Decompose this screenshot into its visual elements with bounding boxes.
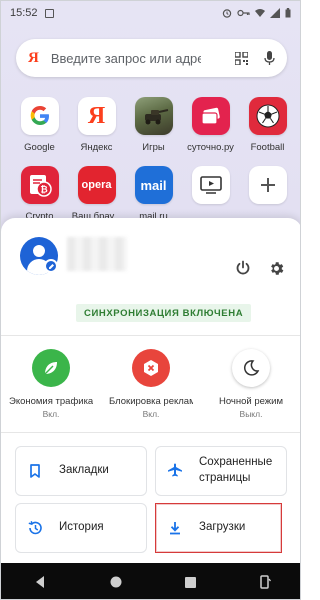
rotate-icon[interactable] xyxy=(259,575,271,589)
speed-dial-label: Яндекс xyxy=(80,142,113,153)
yandex-logo: Я xyxy=(28,49,39,66)
feature-title: Ночной режим xyxy=(218,396,283,407)
saved-pages-label-line2: страницы xyxy=(199,472,251,484)
recents-icon[interactable] xyxy=(184,576,196,588)
speed-dial-label: Google xyxy=(24,142,55,153)
settings-gear-icon[interactable] xyxy=(268,260,285,277)
saved-pages-button[interactable]: Сохраненные страницы xyxy=(155,446,287,496)
speed-dial-games[interactable]: Игры xyxy=(125,97,182,153)
speed-dial-label: Игры xyxy=(142,142,165,153)
sync-status-badge: СИНХРОНИЗАЦИЯ ВКЛЮЧЕНА xyxy=(76,304,252,322)
opera-icon: opera xyxy=(77,166,116,204)
divider xyxy=(1,432,300,433)
opera-logo-text: opera xyxy=(81,179,112,191)
saved-pages-label: Сохраненные страницы xyxy=(199,455,272,486)
back-icon[interactable] xyxy=(33,575,47,589)
browser-menu-sheet: СИНХРОНИЗАЦИЯ ВКЛЮЧЕНА Экономия трафика … xyxy=(1,218,300,563)
feature-night-mode[interactable]: Ночной режим Выкл. xyxy=(206,349,296,419)
edit-badge-icon xyxy=(44,259,58,273)
downloads-label: Загрузки xyxy=(199,521,246,534)
alarm-icon xyxy=(222,9,232,18)
download-icon xyxy=(170,522,180,535)
speed-dial-row: ₿ Crypto opera Ваш брау... mail mail.ru xyxy=(11,166,296,222)
svg-text:₿: ₿ xyxy=(40,185,47,195)
speed-dial-label: Football xyxy=(250,142,285,153)
home-icon[interactable] xyxy=(110,576,122,588)
status-bar: 15:52 xyxy=(1,1,300,25)
account-name-blurred xyxy=(67,237,127,271)
search-input[interactable] xyxy=(50,50,201,66)
bookmarks-button[interactable]: Закладки xyxy=(15,446,147,496)
feature-state: Выкл. xyxy=(239,409,263,419)
key-icon xyxy=(237,9,250,17)
airplane-icon xyxy=(168,463,182,477)
downloads-button[interactable]: Загрузки xyxy=(155,503,282,553)
speed-dial-google[interactable]: Google xyxy=(11,97,68,153)
search-bar[interactable]: Я xyxy=(16,39,287,77)
crypto-icon: ₿ xyxy=(20,166,59,204)
battery-icon xyxy=(285,8,291,18)
mailru-icon: mail xyxy=(134,166,173,204)
speed-dial-row: Google Я Яндекс Игры суточно.ру Football xyxy=(11,97,296,153)
divider xyxy=(1,335,300,336)
tv-screen-icon xyxy=(191,166,230,204)
football-icon xyxy=(248,97,287,135)
add-icon xyxy=(248,166,287,204)
sutochno-icon xyxy=(191,97,230,135)
image-notification-icon xyxy=(44,8,54,18)
feature-traffic-saving[interactable]: Экономия трафика Вкл. xyxy=(6,349,96,419)
history-label: История xyxy=(59,521,104,534)
history-clock-icon xyxy=(28,521,42,535)
speed-dial-mailru[interactable]: mail mail.ru xyxy=(125,166,182,222)
leaf-icon xyxy=(32,349,70,387)
speed-dial-add[interactable] xyxy=(239,166,296,222)
speed-dial-tv[interactable] xyxy=(182,166,239,222)
system-navigation-bar xyxy=(1,563,300,599)
speed-dial-sutochno[interactable]: суточно.ру xyxy=(182,97,239,153)
wifi-icon xyxy=(255,9,265,17)
microphone-icon[interactable] xyxy=(264,50,275,66)
moon-icon xyxy=(232,349,270,387)
feature-state: Вкл. xyxy=(42,409,60,419)
speed-dial-football[interactable]: Football xyxy=(239,97,296,153)
browser-screen: 15:52 Я Google xyxy=(0,0,301,600)
feature-title: Блокировка рекламы xyxy=(109,396,193,407)
feature-ad-block[interactable]: Блокировка рекламы Вкл. xyxy=(106,349,196,419)
feature-state: Вкл. xyxy=(142,409,160,419)
speed-dial-opera[interactable]: opera Ваш брау... xyxy=(68,166,125,222)
google-icon xyxy=(20,97,59,135)
saved-pages-label-line1: Сохраненные xyxy=(199,456,273,469)
bookmark-icon xyxy=(30,464,40,478)
ad-block-icon xyxy=(132,349,170,387)
qr-code-icon[interactable] xyxy=(235,51,248,65)
yandex-icon: Я xyxy=(77,97,116,135)
mailru-logo-text: mail xyxy=(140,177,167,193)
history-button[interactable]: История xyxy=(15,503,147,553)
bookmarks-label: Закладки xyxy=(59,464,109,477)
status-time: 15:52 xyxy=(10,7,38,19)
power-icon[interactable] xyxy=(235,260,251,276)
speed-dial-crypto[interactable]: ₿ Crypto xyxy=(11,166,68,222)
feature-title: Экономия трафика xyxy=(9,396,93,407)
speed-dial-label: суточно.ру xyxy=(187,142,234,153)
games-icon xyxy=(134,97,173,135)
signal-icon xyxy=(270,8,280,18)
speed-dial-yandex[interactable]: Я Яндекс xyxy=(68,97,125,153)
